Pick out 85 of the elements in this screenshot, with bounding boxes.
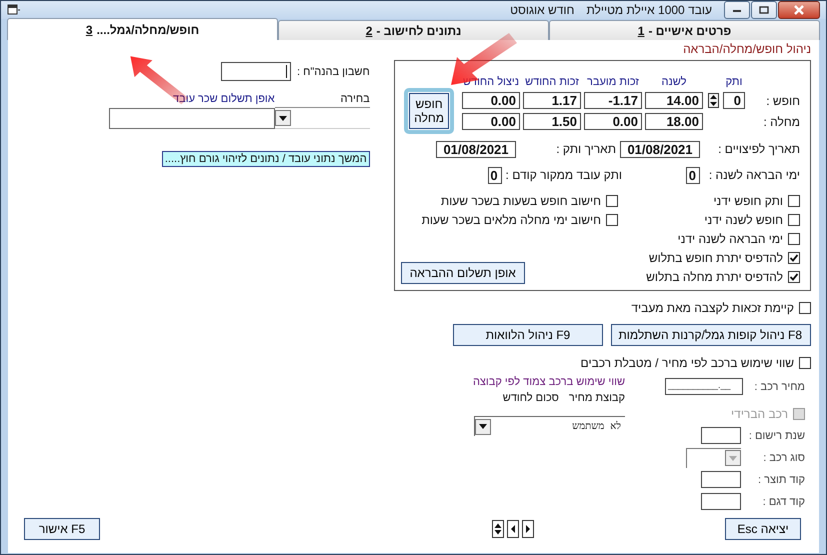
row-label: מחלה : bbox=[762, 114, 800, 128]
checkbox[interactable] bbox=[788, 271, 800, 283]
column-header: סכום לחודש bbox=[502, 392, 559, 404]
value-field[interactable]: 1.50 bbox=[523, 113, 581, 130]
dropdown[interactable]: לא משתמש bbox=[474, 416, 625, 436]
date-field[interactable]: 01/08/2021 bbox=[620, 140, 700, 158]
checkbox-label: להדפיס יתרת מחלה בתלוש bbox=[646, 270, 783, 284]
exit-button[interactable]: יציאה Esc bbox=[725, 518, 801, 540]
field-label: קוד תוצר : bbox=[757, 474, 805, 486]
checkbox[interactable] bbox=[788, 252, 800, 264]
checkbox[interactable] bbox=[788, 233, 800, 245]
input-field[interactable] bbox=[221, 62, 292, 81]
function-button[interactable]: F8 ניהול קופות גמל/קרנות השתלמות bbox=[611, 324, 811, 346]
row-label: חופש : bbox=[765, 94, 800, 108]
field-label: חשבון בהנה"ח : bbox=[297, 66, 370, 78]
checkbox-label: שווי שימוש ברכב לפי מחיר / מטבלת רכבים bbox=[580, 356, 794, 370]
continue-link[interactable]: המשך נתוני עובד / נתונים לזיהוי גורם חוץ..... bbox=[162, 151, 370, 167]
input-field[interactable] bbox=[701, 471, 741, 488]
function-button[interactable]: F9 ניהול הלוואות bbox=[453, 324, 603, 346]
section-title: ניהול חופש/מחלה/הבראה bbox=[682, 42, 811, 56]
field-label: תאריך ותק : bbox=[555, 142, 616, 156]
column-header: זכות החודש bbox=[524, 76, 580, 88]
field-label: ותק עובד ממקור קודם : bbox=[506, 168, 622, 182]
input-field[interactable] bbox=[701, 493, 741, 510]
checkbox[interactable] bbox=[606, 195, 618, 207]
column-header: זכות מועבר bbox=[586, 76, 640, 88]
minimize-button[interactable] bbox=[724, 1, 750, 19]
input-field[interactable]: __________.__ bbox=[665, 378, 743, 395]
checkbox[interactable] bbox=[606, 214, 618, 226]
toggle-button[interactable]: חופש מחלה bbox=[409, 93, 449, 129]
checkbox-label: חופש לשנה ידני bbox=[704, 213, 783, 227]
value-field[interactable]: 0.00 bbox=[584, 113, 642, 130]
seniority-field[interactable]: 0 bbox=[723, 92, 745, 109]
checkbox-label: רכב הברידי bbox=[731, 406, 788, 420]
column-header: ותק bbox=[724, 76, 744, 88]
restore-icon bbox=[759, 6, 769, 14]
close-button[interactable] bbox=[778, 1, 820, 19]
column-header: אופן תשלום שכר עובד bbox=[173, 93, 275, 105]
column-header: ניצול החודש bbox=[462, 76, 520, 88]
group-title: שווי שימוש ברכב צמוד לפי קבוצה bbox=[472, 376, 625, 388]
input-field[interactable]: 0 bbox=[686, 166, 700, 184]
close-icon bbox=[793, 5, 805, 15]
dropdown[interactable] bbox=[274, 107, 370, 129]
checkbox-label: ותק חופש ידני bbox=[713, 194, 783, 208]
field-label: ימי הבראה לשנה : bbox=[708, 168, 800, 182]
value-field[interactable]: 0.00 bbox=[462, 113, 520, 130]
column-header: לשנה bbox=[660, 76, 688, 88]
month-label: חודש אוגוסט bbox=[510, 3, 574, 17]
checkbox-label: קיימת זכאות לקצבה מאת מעביד bbox=[631, 301, 794, 315]
checkbox[interactable] bbox=[788, 195, 800, 207]
value-field[interactable]: 1.17 bbox=[523, 92, 581, 109]
caret-icon bbox=[729, 456, 737, 460]
column-header: קבוצת מחיר bbox=[568, 392, 625, 404]
spinner-icon[interactable] bbox=[708, 93, 718, 108]
checkbox[interactable] bbox=[788, 214, 800, 226]
checkbox-label: חישוב ימי מחלה מלאים בשכר שעות bbox=[422, 213, 601, 227]
next-icon[interactable] bbox=[522, 520, 534, 538]
input-field[interactable] bbox=[108, 108, 275, 128]
spinner-icon[interactable] bbox=[492, 520, 504, 538]
value-field[interactable]: 18.00 bbox=[645, 113, 703, 130]
input-field[interactable]: 0 bbox=[488, 166, 502, 184]
field-label: סוג רכב : bbox=[762, 452, 805, 464]
previous-icon[interactable] bbox=[506, 520, 518, 538]
value-field[interactable]: 0.00 bbox=[462, 92, 520, 109]
date-field[interactable]: 01/08/2021 bbox=[436, 140, 516, 158]
field-label: תאריך לפיצויים : bbox=[717, 142, 800, 156]
column-header: בחירה bbox=[340, 93, 370, 105]
field-label: קוד דגם : bbox=[762, 496, 805, 508]
checkbox[interactable] bbox=[799, 302, 811, 314]
checkbox[interactable] bbox=[799, 357, 811, 369]
caret-icon bbox=[479, 424, 487, 429]
input-field[interactable] bbox=[701, 427, 741, 444]
value-field[interactable]: -1.17 bbox=[584, 92, 642, 109]
field-label: שנת רישום : bbox=[748, 430, 805, 442]
window-title: עובד 1000 איילת מטיילת bbox=[586, 3, 712, 17]
checkbox-label: ימי הבראה לשנה ידני bbox=[678, 232, 783, 246]
payment-button[interactable]: אופן תשלום ההבראה bbox=[400, 262, 525, 284]
restore-button[interactable] bbox=[751, 1, 777, 19]
checkbox-label: להדפיס יתרת חופש בתלוש bbox=[648, 251, 783, 265]
value-field[interactable]: 14.00 bbox=[645, 92, 703, 109]
ok-button[interactable]: F5 אישור bbox=[24, 518, 100, 540]
caret-icon bbox=[278, 116, 287, 120]
field-label: מחיר רכב : bbox=[753, 381, 805, 395]
app-icon bbox=[7, 4, 21, 16]
checkbox-label: חישוב חופש בשעות בשכר שעות bbox=[440, 194, 601, 208]
